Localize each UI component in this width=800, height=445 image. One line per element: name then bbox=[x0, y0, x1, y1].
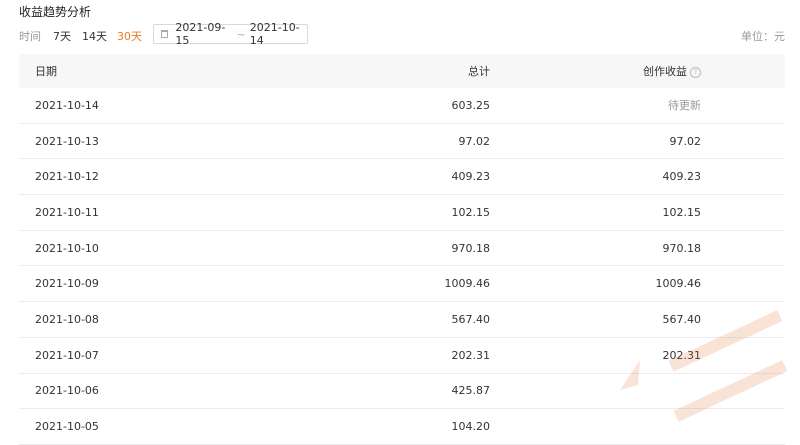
table-header: 日期 总计 创作收益? bbox=[19, 54, 785, 88]
range-7-days[interactable]: 7天 bbox=[53, 28, 71, 44]
cell-date: 2021-10-09 bbox=[35, 277, 99, 291]
cell-total: 970.18 bbox=[451, 241, 491, 255]
cell-total: 202.31 bbox=[451, 348, 491, 362]
cell-earn: 409.23 bbox=[662, 170, 702, 184]
cell-total: 1009.46 bbox=[444, 277, 491, 291]
time-label: 时间 bbox=[19, 30, 41, 43]
cell-total: 97.02 bbox=[458, 134, 491, 148]
cell-earn: 1009.46 bbox=[655, 277, 702, 291]
date-separator: ~ bbox=[236, 27, 246, 41]
range-30-days[interactable]: 30天 bbox=[117, 28, 142, 44]
earnings-table: 日期 总计 创作收益? 2021-10-14 603.25 待更新 2021-10-1… bbox=[19, 54, 785, 445]
page-title: 收益趋势分析 bbox=[19, 5, 92, 19]
cell-earn: 97.02 bbox=[669, 134, 702, 148]
cell-total: 425.87 bbox=[451, 384, 491, 398]
cell-earn: 102.15 bbox=[662, 205, 702, 219]
cell-earn: 202.31 bbox=[662, 348, 702, 362]
header-date: 日期 bbox=[35, 65, 57, 78]
date-range-picker[interactable]: 2021-09-15 ~ 2021-10-14 bbox=[153, 21, 308, 47]
cell-earn: 970.18 bbox=[662, 241, 702, 255]
header-total: 总计 bbox=[468, 65, 490, 78]
table-body: 2021-10-14 603.25 待更新 2021-10-13 97.02 97.02 2… bbox=[19, 88, 785, 445]
table-row: 2021-10-06 425.87 bbox=[19, 374, 785, 410]
table-row: 2021-10-05 104.20 bbox=[19, 409, 785, 445]
header-earn-label: 创作收益 bbox=[643, 65, 687, 78]
cell-earn: 待更新 bbox=[668, 99, 701, 113]
cell-date: 2021-10-12 bbox=[35, 170, 99, 184]
toolbar: 时间 7天 14天 30天 2021-09-15 ~ 2021-10-14 单位… bbox=[19, 21, 785, 47]
help-icon[interactable]: ? bbox=[690, 66, 701, 78]
table-row: 2021-10-12 409.23 409.23 bbox=[19, 159, 785, 196]
cell-date: 2021-10-13 bbox=[35, 134, 99, 148]
cell-date: 2021-10-06 bbox=[35, 384, 99, 398]
cell-date: 2021-10-11 bbox=[35, 205, 99, 219]
cell-total: 409.23 bbox=[451, 170, 491, 184]
table-row: 2021-10-14 603.25 待更新 bbox=[19, 88, 785, 124]
table-row: 2021-10-11 102.15 102.15 bbox=[19, 195, 785, 231]
date-end: 2021-10-14 bbox=[249, 21, 300, 47]
table-row: 2021-10-08 567.40 567.40 bbox=[19, 302, 785, 338]
table-row: 2021-10-13 97.02 97.02 bbox=[19, 124, 785, 160]
cell-earn: 567.40 bbox=[662, 312, 702, 326]
cell-total: 603.25 bbox=[451, 98, 491, 112]
cell-total: 567.40 bbox=[451, 312, 491, 326]
cell-date: 2021-10-10 bbox=[35, 241, 99, 255]
calendar-icon bbox=[161, 30, 169, 38]
date-start: 2021-09-15 bbox=[175, 21, 226, 47]
cell-date: 2021-10-14 bbox=[35, 98, 99, 112]
cell-date: 2021-10-05 bbox=[35, 420, 99, 434]
unit-label: 单位：元 bbox=[741, 30, 785, 43]
table-row: 2021-10-07 202.31 202.31 bbox=[19, 338, 785, 374]
cell-total: 104.20 bbox=[451, 420, 491, 434]
cell-date: 2021-10-08 bbox=[35, 312, 99, 326]
cell-date: 2021-10-07 bbox=[35, 348, 99, 362]
header-earn: 创作收益? bbox=[490, 63, 701, 79]
table-row: 2021-10-10 970.18 970.18 bbox=[19, 231, 785, 267]
range-14-days[interactable]: 14天 bbox=[82, 28, 107, 44]
table-row: 2021-10-09 1009.46 1009.46 bbox=[19, 266, 785, 303]
cell-total: 102.15 bbox=[451, 205, 491, 219]
